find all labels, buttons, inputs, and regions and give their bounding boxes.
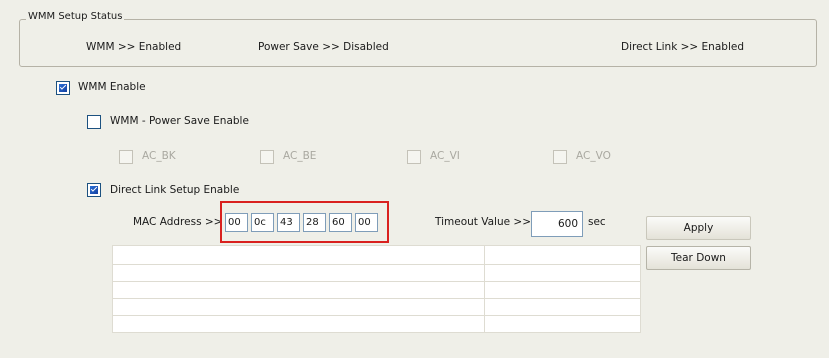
mac-octet-5-input[interactable]: 60: [329, 213, 352, 232]
timeout-value-input[interactable]: 600: [531, 211, 583, 237]
ac-be-checkbox[interactable]: [260, 150, 274, 164]
ac-vo-checkbox[interactable]: [553, 150, 567, 164]
wmm-setup-status-title: WMM Setup Status: [26, 11, 125, 22]
mac-octet-4-input[interactable]: 28: [303, 213, 326, 232]
tear-down-button[interactable]: Tear Down: [646, 246, 751, 270]
ac-vo-label: AC_VO: [576, 150, 611, 162]
timeout-unit-label: sec: [588, 216, 606, 228]
power-save-status-text: Power Save >> Disabled: [258, 41, 389, 53]
mac-octet-3-input[interactable]: 43: [277, 213, 300, 232]
ac-vi-label: AC_VI: [430, 150, 460, 162]
grid-row-divider: [113, 281, 640, 282]
mac-address-label: MAC Address >>: [133, 216, 223, 228]
ac-vi-checkbox[interactable]: [407, 150, 421, 164]
wmm-status-text: WMM >> Enabled: [86, 41, 182, 53]
timeout-value-label: Timeout Value >>: [435, 216, 531, 228]
wmm-enable-checkbox[interactable]: [56, 81, 70, 95]
ac-be-label: AC_BE: [283, 150, 317, 162]
ac-bk-checkbox[interactable]: [119, 150, 133, 164]
mac-octet-1-input[interactable]: 00: [225, 213, 248, 232]
grid-row-divider: [113, 298, 640, 299]
wmm-enable-label: WMM Enable: [78, 81, 146, 93]
apply-button[interactable]: Apply: [646, 216, 751, 240]
grid-row-divider: [113, 264, 640, 265]
mac-octet-2-input[interactable]: 0c: [251, 213, 274, 232]
direct-link-setup-enable-label: Direct Link Setup Enable: [110, 184, 240, 196]
grid-row-divider: [113, 315, 640, 316]
mac-octet-6-input[interactable]: 00: [355, 213, 378, 232]
ac-bk-label: AC_BK: [142, 150, 176, 162]
wmm-power-save-enable-checkbox[interactable]: [87, 115, 101, 129]
grid-column-divider: [484, 246, 485, 332]
direct-link-setup-enable-checkbox[interactable]: [87, 183, 101, 197]
direct-link-status-text: Direct Link >> Enabled: [621, 41, 744, 53]
wmm-power-save-enable-label: WMM - Power Save Enable: [110, 115, 249, 127]
direct-link-list[interactable]: [112, 245, 641, 333]
